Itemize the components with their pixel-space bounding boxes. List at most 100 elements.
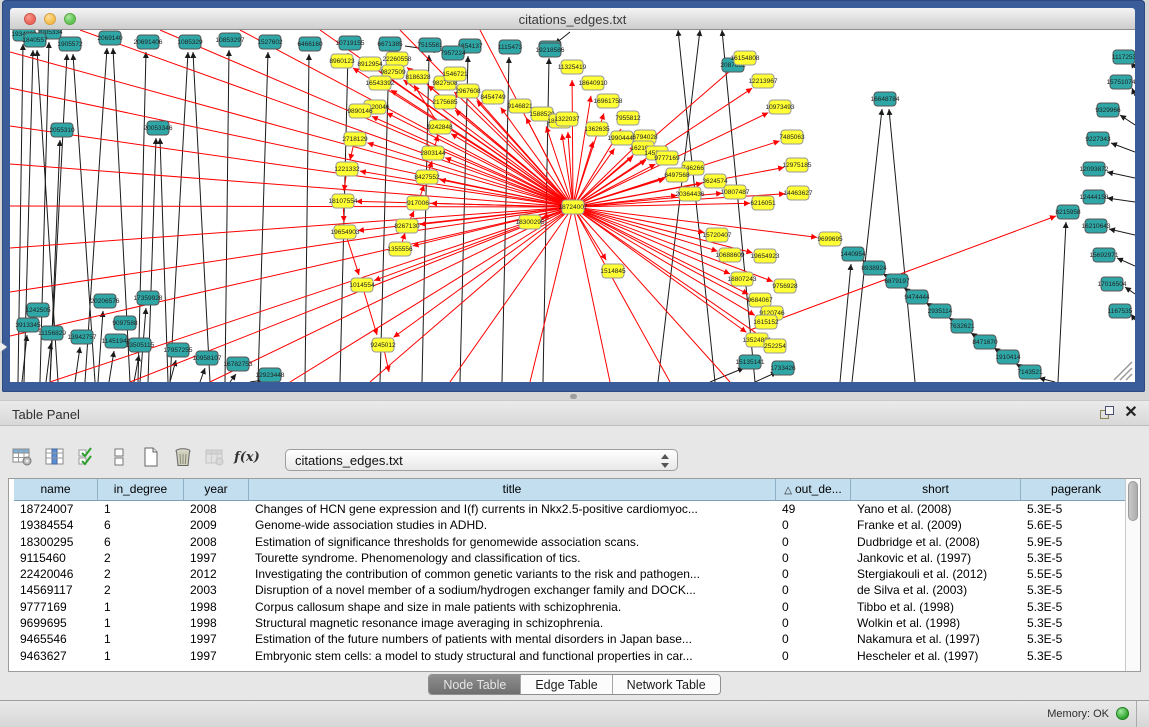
graph-node[interactable]: 16210643: [1082, 219, 1111, 233]
graph-node[interactable]: 9097588: [112, 316, 138, 330]
graph-node[interactable]: 17359928: [134, 291, 163, 305]
graph-edge-black[interactable]: [1039, 378, 1055, 382]
graph-node[interactable]: 2967608: [455, 84, 481, 98]
graph-node[interactable]: 19654923: [751, 249, 780, 263]
graph-edge-black[interactable]: [1132, 88, 1135, 96]
graph-node[interactable]: 1440954: [840, 247, 866, 261]
graph-node[interactable]: 2935114: [928, 304, 953, 318]
graph-node[interactable]: 2718129: [342, 132, 368, 146]
graph-edge-black[interactable]: [1117, 258, 1135, 266]
graph-node[interactable]: 16961758: [594, 94, 623, 108]
graph-node[interactable]: 9227343: [1085, 132, 1111, 146]
graph-node[interactable]: 2803144: [420, 146, 446, 160]
graph-node[interactable]: 1546721: [442, 67, 468, 81]
graph-node[interactable]: 6497568: [664, 168, 690, 182]
table-row[interactable]: 977716911998Corpus callosum shape and si…: [14, 599, 1132, 615]
graph-node[interactable]: 7143521: [1017, 365, 1043, 379]
column-header[interactable]: in_degree: [98, 479, 184, 501]
column-header[interactable]: pagerank: [1021, 479, 1132, 501]
table-row[interactable]: 969969511998Structural magnetic resonanc…: [14, 615, 1132, 631]
graph-node[interactable]: 8427552: [414, 170, 440, 184]
graph-edge-black[interactable]: [840, 264, 851, 382]
graph-node[interactable]: 8215958: [1055, 205, 1081, 219]
graph-node[interactable]: 20691406: [134, 35, 163, 49]
close-panel-button[interactable]: ✕: [1123, 404, 1139, 422]
graph-edge-black[interactable]: [1107, 172, 1135, 178]
graph-edge-red[interactable]: [387, 113, 573, 207]
graph-edge-black[interactable]: [852, 109, 882, 382]
row-options-button[interactable]: [106, 444, 132, 470]
graph-edge-red[interactable]: [50, 207, 573, 382]
graph-node[interactable]: 10958107: [193, 351, 222, 365]
graph-edge-red[interactable]: [450, 207, 573, 382]
tab-edge-table[interactable]: Edge Table: [520, 675, 611, 694]
graph-node[interactable]: 8960123: [329, 54, 355, 68]
column-header[interactable]: △out_de...: [776, 479, 851, 501]
graph-node[interactable]: 22260558: [383, 52, 412, 66]
graph-edge-black[interactable]: [1109, 229, 1135, 235]
graph-edge-black[interactable]: [113, 48, 130, 382]
graph-edge-red[interactable]: [10, 206, 573, 207]
graph-edge-black[interactable]: [98, 311, 103, 382]
graph-node[interactable]: 9699695: [817, 232, 843, 246]
graph-edge-black[interactable]: [138, 52, 146, 382]
graph-edge-red[interactable]: [573, 207, 610, 382]
tab-node-table[interactable]: Node Table: [429, 675, 520, 694]
graph-edge-black[interactable]: [1125, 287, 1135, 294]
graph-node[interactable]: 9890146: [347, 104, 373, 118]
graph-node[interactable]: 12444158: [1080, 190, 1109, 204]
table-options-button[interactable]: [10, 444, 36, 470]
graph-node[interactable]: 17016504: [1098, 277, 1127, 291]
graph-node[interactable]: 8186328: [405, 70, 431, 84]
tab-network-table[interactable]: Network Table: [612, 675, 720, 694]
graph-node[interactable]: 15692971: [1090, 248, 1119, 262]
graph-node[interactable]: 917006: [407, 196, 429, 210]
graph-edge-black[interactable]: [1120, 115, 1135, 125]
table-row[interactable]: 1456911722003Disruption of a novel membe…: [14, 582, 1132, 598]
graph-node[interactable]: 7957224: [440, 46, 466, 60]
graph-edge-red[interactable]: [10, 52, 573, 207]
scrollbar-thumb[interactable]: [1128, 481, 1138, 521]
graph-node[interactable]: 9329966: [1095, 103, 1121, 117]
graph-node[interactable]: 7485063: [779, 130, 805, 144]
network-view-window[interactable]: citations_edges.txt 18724007193482220053…: [2, 0, 1145, 392]
graph-node[interactable]: 8454749: [480, 90, 506, 104]
graph-node[interactable]: 6879197: [884, 274, 910, 288]
network-canvas[interactable]: 1872400719348222005334184055719055722069…: [10, 30, 1135, 382]
table-row[interactable]: 946554611997Estimation of the future num…: [14, 631, 1132, 647]
graph-node[interactable]: 6466160: [297, 37, 323, 51]
column-header[interactable]: short: [851, 479, 1021, 501]
graph-edge-black[interactable]: [225, 50, 229, 382]
graph-edge-black[interactable]: [658, 30, 700, 382]
graph-node[interactable]: 10719155: [336, 36, 365, 50]
graph-node[interactable]: 10853297: [216, 33, 245, 47]
graph-node[interactable]: 2175685: [432, 95, 458, 109]
graph-node[interactable]: 1322037: [554, 112, 580, 126]
import-table-button[interactable]: [202, 444, 228, 470]
graph-edge-black[interactable]: [50, 140, 60, 382]
delete-table-button[interactable]: [170, 444, 196, 470]
graph-edge-black[interactable]: [889, 109, 915, 382]
graph-node[interactable]: 1014554: [349, 278, 375, 292]
table-row[interactable]: 2242004622012Investigating the contribut…: [14, 566, 1132, 582]
show-column-button[interactable]: [42, 444, 68, 470]
graph-edge-red[interactable]: [372, 116, 573, 207]
table-select-dropdown[interactable]: citations_edges.txt: [285, 449, 678, 471]
table-vertical-scrollbar[interactable]: [1125, 479, 1140, 671]
graph-node[interactable]: 8912954: [357, 57, 383, 71]
graph-edge-black[interactable]: [109, 351, 114, 382]
graph-node[interactable]: 13942757: [68, 330, 97, 344]
graph-edge-black[interactable]: [710, 368, 744, 382]
column-header[interactable]: title: [249, 479, 776, 501]
memory-status-led-icon[interactable]: [1116, 707, 1129, 720]
graph-node[interactable]: 1117253: [1112, 50, 1135, 64]
graph-node[interactable]: 2069140: [97, 31, 123, 45]
graph-node[interactable]: 7515581: [417, 38, 443, 52]
panel-splitter-handle[interactable]: [570, 394, 577, 399]
graph-node[interactable]: 16782753: [224, 357, 253, 371]
graph-edge-red[interactable]: [750, 216, 1056, 330]
graph-node[interactable]: 9242848: [427, 120, 453, 134]
graph-node[interactable]: 15135141: [736, 355, 765, 369]
graph-edge-black[interactable]: [193, 52, 210, 382]
graph-node[interactable]: 8471670: [972, 335, 998, 349]
